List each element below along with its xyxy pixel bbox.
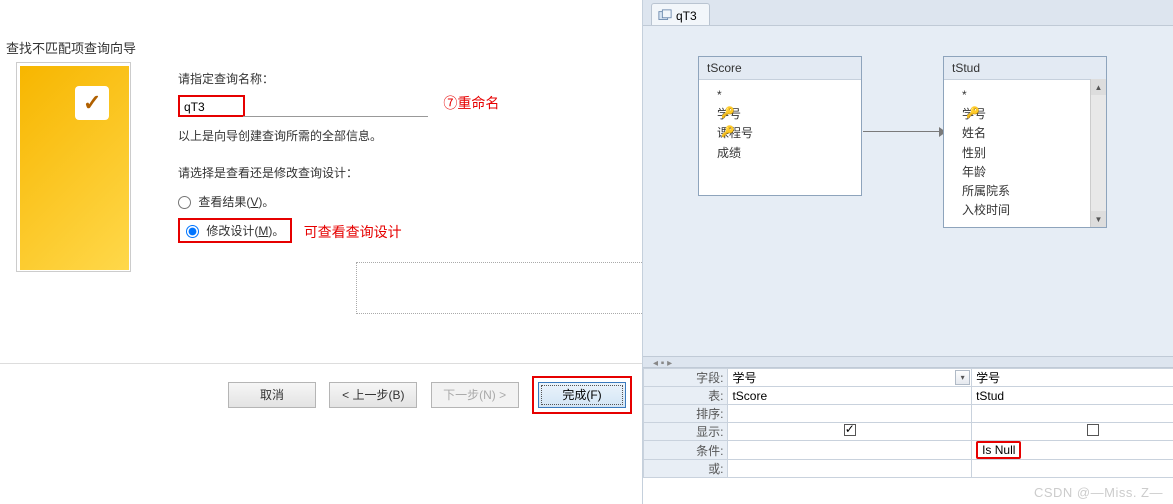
specify-query-name-label: 请指定查询名称： — [178, 70, 628, 87]
wizard-button-bar: 取消 < 上一步(B) 下一步(N) > 完成(F) — [0, 363, 642, 414]
field-nianling[interactable]: 年龄 — [962, 163, 1098, 182]
next-button: 下一步(N) > — [431, 382, 519, 408]
wizard-body: 请指定查询名称： ⑦重命名 以上是向导创建查询所需的全部信息。 请选择是查看还是… — [178, 70, 628, 243]
show-cell-1[interactable] — [728, 423, 972, 441]
radio-modify-design[interactable]: 修改设计(M)。 — [186, 224, 284, 238]
tab-label: qT3 — [676, 9, 697, 23]
qbe-grid: 字段: 学号▾ 学号 表: tScore tStud 排序: — [643, 368, 1173, 504]
table-tscore-title: tScore — [699, 57, 861, 80]
radio-view-label-b: )。 — [258, 195, 274, 209]
field-xingming[interactable]: 姓名 — [962, 124, 1098, 143]
sort-cell-1[interactable] — [728, 405, 972, 423]
query-icon — [658, 9, 672, 23]
table-cell-1[interactable]: tScore — [728, 387, 972, 405]
row-label-show: 显示: — [644, 423, 728, 441]
radio-view-results[interactable]: 查看结果(V)。 — [178, 193, 628, 210]
field-xingbie[interactable]: 性别 — [962, 144, 1098, 163]
query-designer: qT3 tScore * 🔑学号 🔑课程号 成绩 tStud * 🔑学号 姓名 … — [642, 0, 1173, 504]
show-cell-2[interactable] — [972, 423, 1173, 441]
radio-modify-label-b: )。 — [268, 224, 284, 238]
checkbox-icon — [1087, 424, 1099, 436]
field-kechenghao[interactable]: 🔑课程号 — [717, 124, 853, 143]
radio-modify-highlight: 修改设计(M)。 — [178, 218, 292, 243]
watermark-text: CSDN @—Miss. Z— — [1034, 485, 1163, 500]
scroll-up-icon[interactable]: ▲ — [1091, 79, 1106, 95]
wizard-choose-text: 请选择是查看还是修改查询设计： — [178, 164, 628, 181]
pane-splitter[interactable]: ◂ ▪ ▸ — [643, 356, 1173, 368]
table-cell-2[interactable]: tStud — [972, 387, 1173, 405]
row-label-table: 表: — [644, 387, 728, 405]
wizard-title: 查找不匹配项查询向导 — [6, 38, 136, 57]
tab-qt3[interactable]: qT3 — [651, 3, 710, 25]
row-label-sort: 排序: — [644, 405, 728, 423]
or-cell-2[interactable] — [972, 460, 1173, 478]
field-xuehao[interactable]: 🔑学号 — [717, 105, 853, 124]
field-cell-1[interactable]: 学号▾ — [728, 369, 972, 387]
row-label-field: 字段: — [644, 369, 728, 387]
wizard-dialog: 查找不匹配项查询向导 请指定查询名称： ⑦重命名 以上是向导创建查询所需的全部信… — [0, 0, 642, 504]
field-yuanxi[interactable]: 所属院系 — [962, 182, 1098, 201]
field-ruxiao[interactable]: 入校时间 — [962, 201, 1098, 220]
table-scrollbar[interactable]: ▲ ▼ — [1090, 79, 1106, 227]
join-line[interactable] — [863, 131, 943, 132]
scroll-down-icon[interactable]: ▼ — [1091, 211, 1106, 227]
finish-button-highlight: 完成(F) — [532, 376, 632, 414]
wizard-info-text: 以上是向导创建查询所需的全部信息。 — [178, 127, 628, 144]
key-icon: 🔑 — [721, 124, 733, 136]
cancel-button[interactable]: 取消 — [228, 382, 316, 408]
field-xuehao[interactable]: 🔑学号 — [962, 105, 1098, 124]
tab-strip: qT3 — [643, 0, 1173, 26]
radio-modify-label-a: 修改设计( — [206, 224, 258, 238]
field-chengji[interactable]: 成绩 — [717, 144, 853, 163]
row-label-or: 或: — [644, 460, 728, 478]
or-cell-1[interactable] — [728, 460, 972, 478]
relationship-area[interactable]: tScore * 🔑学号 🔑课程号 成绩 tStud * 🔑学号 姓名 性别 年… — [643, 26, 1173, 356]
input-underline — [243, 116, 428, 117]
key-icon: 🔑 — [721, 105, 733, 117]
sort-cell-2[interactable] — [972, 405, 1173, 423]
field-cell-2[interactable]: 学号 — [972, 369, 1173, 387]
query-name-highlight — [178, 95, 245, 117]
back-button[interactable]: < 上一步(B) — [329, 382, 417, 408]
table-tstud-title: tStud — [944, 57, 1106, 80]
wizard-illustration — [16, 62, 131, 272]
field-star[interactable]: * — [962, 86, 1098, 105]
key-icon: 🔑 — [966, 105, 978, 117]
annotation-view-design: 可查看查询设计 — [304, 224, 402, 240]
checkbox-checked-icon — [844, 424, 856, 436]
table-tstud[interactable]: tStud * 🔑学号 姓名 性别 年龄 所属院系 入校时间 ▲ ▼ — [943, 56, 1107, 228]
annotation-rename: ⑦重命名 — [443, 93, 499, 113]
radio-modify-accel: M — [258, 224, 268, 238]
table-tscore[interactable]: tScore * 🔑学号 🔑课程号 成绩 — [698, 56, 862, 196]
criteria-highlight: Is Null — [976, 441, 1021, 459]
field-star[interactable]: * — [717, 86, 853, 105]
radio-view-label-a: 查看结果( — [198, 195, 250, 209]
row-label-criteria: 条件: — [644, 441, 728, 460]
dropdown-icon[interactable]: ▾ — [955, 370, 970, 385]
criteria-cell-2[interactable]: Is Null — [972, 441, 1173, 460]
finish-button[interactable]: 完成(F) — [538, 382, 626, 408]
criteria-cell-1[interactable] — [728, 441, 972, 460]
query-name-input[interactable] — [184, 100, 239, 114]
